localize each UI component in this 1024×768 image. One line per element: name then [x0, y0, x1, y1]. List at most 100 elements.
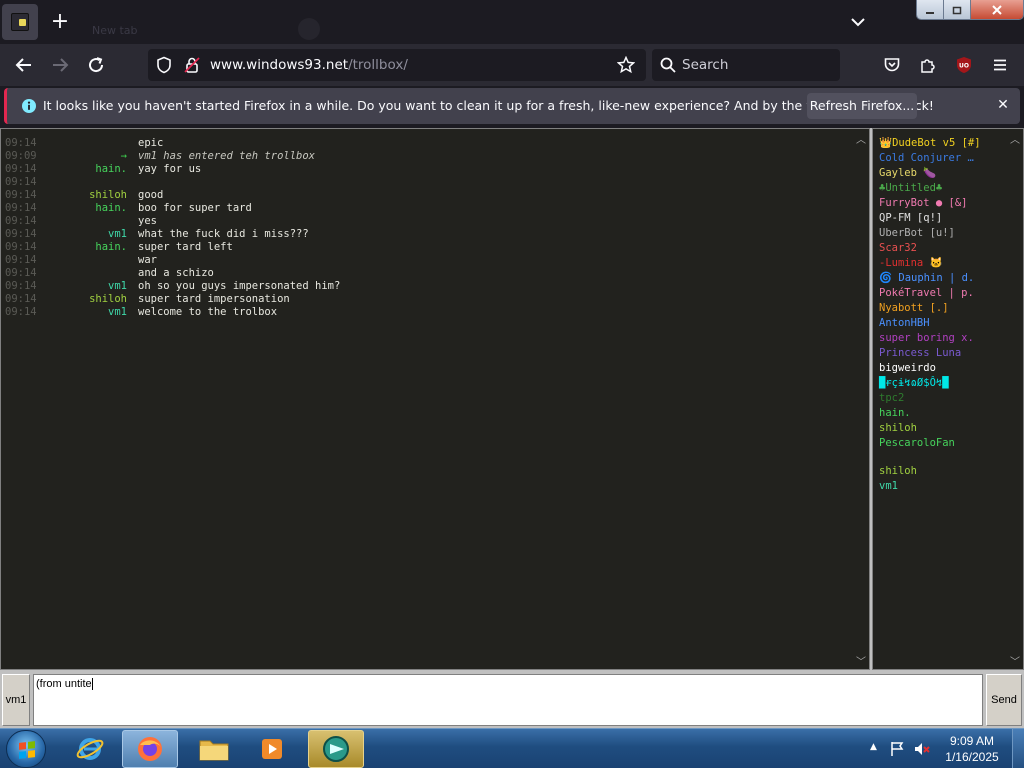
user-list-item[interactable]: Nyabott [.]: [879, 302, 949, 315]
user-list-item[interactable]: PescaroloFan: [879, 437, 955, 450]
taskbar-file-explorer[interactable]: [186, 730, 242, 768]
scroll-up-icon[interactable]: ︿: [853, 131, 869, 146]
back-arrow-icon: [15, 58, 31, 72]
message-nick[interactable]: shiloh: [37, 189, 127, 202]
user-list-item[interactable]: hain.: [879, 407, 911, 420]
user-list-item[interactable]: ♣Untitled♣: [879, 182, 942, 195]
maximize-button[interactable]: [944, 0, 971, 19]
message-nick[interactable]: vm1: [37, 306, 127, 319]
tracking-protection-button[interactable]: [152, 53, 176, 77]
chat-input-row: vm1 (from untite Send: [0, 672, 1024, 728]
volume-icon[interactable]: [912, 739, 932, 759]
chat-message: 09:09 → vm1 has entered teh trollbox: [1, 150, 855, 163]
scroll-up-icon[interactable]: ︿: [1007, 131, 1023, 146]
user-list-item[interactable]: Princess Luna: [879, 347, 961, 360]
search-icon-wrap: [656, 53, 680, 77]
system-tray: ▲ 9:09 AM 1/16/2025: [862, 729, 1024, 768]
close-icon: ✕: [997, 97, 1009, 113]
message-nick[interactable]: vm1: [37, 280, 127, 293]
app-menu-button[interactable]: [988, 53, 1012, 77]
taskbar-remote-app[interactable]: [308, 730, 364, 768]
user-list-item[interactable]: Scar32: [879, 242, 917, 255]
user-list-item[interactable]: shiloh: [879, 465, 917, 478]
chat-scrollbar[interactable]: ︿ ﹀: [853, 129, 869, 669]
media-player-icon: [262, 739, 282, 759]
show-desktop-button[interactable]: [1012, 729, 1024, 768]
pocket-button[interactable]: [880, 53, 904, 77]
extensions-button[interactable]: [916, 53, 940, 77]
user-list-item[interactable]: shiloh: [879, 422, 917, 435]
refresh-firefox-button[interactable]: Refresh Firefox...: [807, 93, 917, 119]
clock-time[interactable]: 9:09 AM: [940, 734, 1004, 748]
user-list-item[interactable]: QP-FM [q!]: [879, 212, 942, 225]
user-list-item[interactable]: tpc2: [879, 392, 904, 405]
clock-date[interactable]: 1/16/2025: [940, 750, 1004, 764]
reload-icon: [89, 57, 104, 73]
user-list-item[interactable]: Gayleb 🍆: [879, 167, 936, 180]
message-nick[interactable]: shiloh: [37, 293, 127, 306]
users-scrollbar[interactable]: ︿ ﹀: [1007, 129, 1023, 669]
message-input[interactable]: (from untite: [33, 674, 983, 726]
user-list-item[interactable]: █ɍçɨ↯ɷØ$Ô↯█: [879, 377, 949, 390]
user-list-item[interactable]: -Lumina 🐱: [879, 257, 943, 270]
taskbar-media-player[interactable]: [244, 730, 300, 768]
chat-log[interactable]: ︿ ﹀ 09:14 epic 09:09 → vm1 has entered teh t…: [0, 128, 870, 670]
action-center-icon[interactable]: [888, 739, 908, 759]
user-list-item[interactable]: PokéTravel | p.: [879, 287, 974, 300]
user-list-item[interactable]: 👑DudeBot v5 [#]: [879, 137, 981, 150]
message-nick[interactable]: hain.: [37, 241, 127, 254]
list-all-tabs-button[interactable]: [846, 10, 870, 34]
message-nick[interactable]: hain.: [37, 202, 127, 215]
user-list-item[interactable]: vm1: [879, 480, 898, 493]
user-list-item[interactable]: UberBot [u!]: [879, 227, 955, 240]
user-list-item[interactable]: bigweirdo: [879, 362, 936, 375]
scroll-down-icon[interactable]: ﹀: [853, 653, 869, 668]
back-button[interactable]: [12, 53, 36, 77]
message-text: yay for us: [138, 163, 202, 175]
taskbar-firefox[interactable]: [122, 730, 178, 768]
bookmark-star-button[interactable]: [614, 53, 638, 77]
close-window-button[interactable]: [971, 0, 1023, 19]
windows-logo-icon: [19, 741, 35, 759]
message-nick[interactable]: hain.: [37, 163, 127, 176]
internet-explorer-icon: [76, 738, 104, 760]
user-list-item[interactable]: AntonHBH: [879, 317, 930, 330]
message-text: war: [138, 254, 157, 266]
new-tab-button[interactable]: +: [46, 9, 74, 37]
message-nick[interactable]: →: [37, 150, 127, 163]
browser-tab-strip: + New tab: [0, 0, 1024, 44]
star-icon: [617, 56, 635, 74]
message-nick[interactable]: vm1: [37, 228, 127, 241]
message-time: 09:14: [5, 189, 37, 201]
reload-button[interactable]: [84, 53, 108, 77]
url-path: /trollbox/: [348, 57, 408, 73]
url-text[interactable]: www.windows93.net/trollbox/: [210, 57, 408, 73]
notification-message: It looks like you haven't started Firefo…: [43, 98, 934, 113]
taskbar-internet-explorer[interactable]: [62, 730, 118, 768]
user-list-item[interactable]: Cold Conjurer …: [879, 152, 974, 165]
ghost-circle-icon: [298, 18, 320, 40]
message-time: 09:14: [5, 137, 37, 149]
user-list-item[interactable]: 🌀 Dauphin | d.: [879, 272, 974, 285]
show-hidden-icons-icon[interactable]: ▲: [870, 742, 877, 752]
close-icon: [992, 4, 1002, 15]
nickname-button[interactable]: vm1: [2, 674, 30, 726]
online-users-list: ︿ ﹀ 👑DudeBot v5 [#] Cold Conjurer … Gayleb…: [872, 128, 1024, 670]
forward-button[interactable]: [48, 53, 72, 77]
start-button[interactable]: [6, 730, 46, 768]
tab-trollbox[interactable]: [2, 4, 38, 40]
scroll-down-icon[interactable]: ﹀: [1007, 653, 1023, 668]
message-text: oh so you guys impersonated him?: [138, 280, 341, 292]
speaker-muted-icon: [915, 743, 930, 755]
notification-close-button[interactable]: ✕: [993, 95, 1013, 115]
url-host: www.windows93.net: [210, 57, 349, 73]
user-list-item[interactable]: super boring x.: [879, 332, 974, 345]
site-info-button[interactable]: [180, 53, 204, 77]
user-list-item[interactable]: FurryBot ● [&]: [879, 197, 968, 210]
minimize-button[interactable]: [917, 0, 944, 19]
send-button[interactable]: Send: [986, 674, 1022, 726]
ublock-origin-button[interactable]: UO: [952, 53, 976, 77]
message-time: 09:14: [5, 280, 37, 292]
address-bar[interactable]: www.windows93.net/trollbox/: [148, 49, 646, 81]
search-bar[interactable]: Search: [652, 49, 840, 81]
